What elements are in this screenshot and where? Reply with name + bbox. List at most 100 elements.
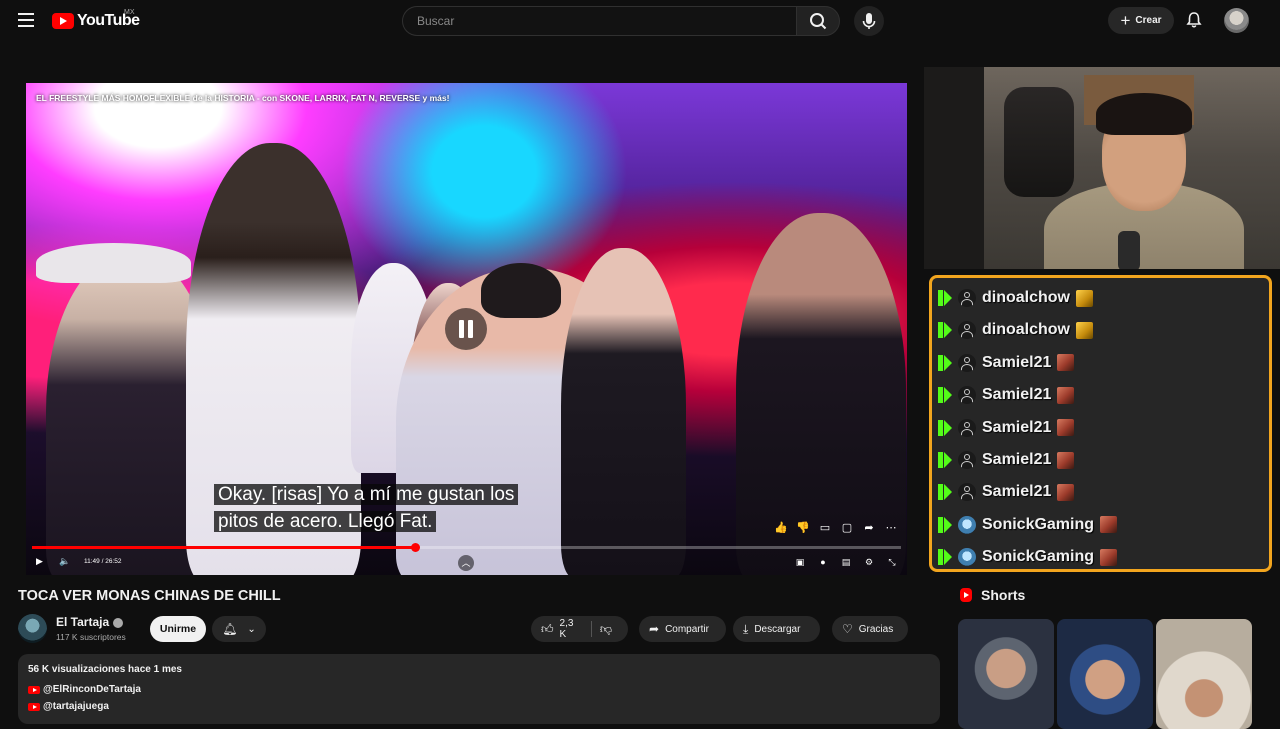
fullscreen-exit-icon[interactable]: ⤡ [886, 556, 898, 568]
chat-username[interactable]: Samiel21 [982, 386, 1051, 404]
link-text: @ElRinconDeTartaja [43, 684, 141, 695]
video-overlay-title: EL FREESTYLE MÁS HOMOFLEXIBLE de la HIST… [36, 93, 450, 103]
like-count[interactable]: 2,3 K [560, 618, 583, 640]
emote-icon [1100, 548, 1118, 566]
shorts-icon [960, 588, 972, 602]
share-icon: ➦ [649, 622, 660, 636]
search-input[interactable] [415, 13, 779, 29]
kick-badge-icon [938, 354, 952, 371]
short-thumbnail[interactable] [1057, 619, 1153, 729]
bell-icon: 🔔︎ [222, 622, 238, 636]
emote-icon [1057, 419, 1075, 437]
description-link[interactable]: @tartajajuega [28, 701, 109, 712]
share-button[interactable]: ➦ Compartir [639, 616, 726, 642]
dislike-icon[interactable]: 👎︎ [600, 622, 612, 637]
user-avatar [958, 548, 976, 567]
shorts-header: Shorts [960, 587, 1025, 603]
chevron-up-icon[interactable]: ︿ [458, 555, 474, 571]
user-avatar [958, 418, 976, 437]
chevron-down-icon: ⌄ [247, 623, 256, 635]
thanks-label: Gracias [858, 623, 894, 635]
subscriber-count: 117 K suscriptores [56, 632, 126, 642]
user-avatar [958, 483, 976, 502]
subscription-bell-button[interactable]: 🔔︎ ⌄ [212, 616, 266, 642]
description-box[interactable]: 56 K visualizaciones hace 1 mes @ElRinco… [18, 654, 940, 724]
search-box[interactable] [402, 6, 797, 36]
create-label: Crear [1135, 15, 1162, 26]
divider [590, 621, 592, 637]
download-button[interactable]: ⤓ Descargar [733, 616, 820, 642]
chat-message: Samiel21 [938, 446, 1075, 474]
progress-scrubber[interactable] [411, 543, 420, 552]
like-icon[interactable]: 👍︎ [541, 622, 554, 637]
scene-hair [481, 263, 561, 318]
shorts-title: Shorts [981, 587, 1026, 603]
chat-username[interactable]: Samiel21 [982, 451, 1051, 469]
thanks-button[interactable]: ♡ Gracias [832, 616, 908, 642]
short-thumbnail[interactable] [1156, 619, 1252, 729]
thanks-icon: ♡ [842, 622, 853, 636]
chat-message: Samiel21 [938, 414, 1075, 442]
channel-avatar[interactable] [18, 614, 47, 643]
chat-username[interactable]: SonickGaming [982, 548, 1094, 566]
user-avatar [958, 321, 976, 340]
progress-bar[interactable] [32, 543, 901, 552]
comment-icon[interactable]: ▭ [818, 521, 832, 535]
volume-icon[interactable]: 🔈 [59, 556, 70, 567]
emote-icon [1057, 386, 1075, 404]
search-button[interactable] [796, 6, 840, 36]
more-icon[interactable]: ⋯ [884, 521, 898, 535]
like-icon[interactable]: 👍 [774, 521, 788, 535]
pause-icon[interactable] [445, 308, 487, 350]
channel-name[interactable]: El Tartaja [56, 615, 124, 629]
emote-icon [1057, 451, 1075, 469]
youtube-play-icon [52, 13, 74, 29]
chat-message: SonickGaming [938, 543, 1118, 569]
channel-name-text: El Tartaja [56, 615, 110, 629]
notifications-button[interactable] [1184, 10, 1204, 30]
voice-search-button[interactable] [854, 6, 884, 36]
chat-message: dinoalchow [938, 284, 1093, 312]
search-icon [810, 13, 827, 30]
share-icon[interactable]: ➦ [862, 521, 876, 535]
chat-username[interactable]: Samiel21 [982, 354, 1051, 372]
description-link[interactable]: @ElRinconDeTartaja [28, 684, 141, 695]
chat-username[interactable]: dinoalchow [982, 321, 1070, 339]
dislike-icon[interactable]: 👎 [796, 521, 810, 535]
subtitle-caption: Okay. [risas] Yo a mí me gustan los pito… [214, 481, 519, 535]
mic-icon [862, 13, 876, 29]
download-icon: ⤓ [743, 621, 749, 636]
chat-username[interactable]: dinoalchow [982, 289, 1070, 307]
user-avatar [958, 451, 976, 469]
autoplay-icon[interactable]: ● [817, 556, 829, 568]
download-label: Descargar [754, 623, 801, 635]
account-avatar[interactable] [1224, 8, 1249, 33]
chat-message: SonickGaming [938, 511, 1118, 539]
kick-badge-icon [938, 419, 952, 436]
kick-badge-icon [938, 387, 952, 404]
kick-badge-icon [938, 290, 952, 306]
miniplayer-icon[interactable]: ▣ [794, 556, 806, 568]
link-text: @tartajajuega [43, 701, 109, 712]
menu-icon[interactable] [18, 13, 34, 27]
cam-hair [1096, 93, 1192, 135]
video-player[interactable]: EL FREESTYLE MÁS HOMOFLEXIBLE de la HIST… [26, 83, 907, 575]
like-dislike-group: 👍︎ 2,3 K 👎︎ [531, 616, 628, 642]
play-icon[interactable]: ▶ [36, 556, 43, 567]
join-button[interactable]: Unirme [150, 616, 206, 642]
chat-username[interactable]: Samiel21 [982, 419, 1051, 437]
chat-icon[interactable]: ▢ [840, 521, 854, 535]
kick-badge-icon [938, 452, 952, 468]
user-avatar [958, 515, 976, 534]
cam-jacket [1004, 87, 1074, 197]
chat-message: Samiel21 [938, 349, 1075, 377]
subtitles-icon[interactable]: ▤ [840, 556, 852, 568]
emote-icon [1076, 289, 1093, 307]
settings-icon[interactable]: ⚙ [863, 556, 875, 568]
view-count-date: 56 K visualizaciones hace 1 mes [28, 664, 182, 675]
create-button[interactable]: + Crear [1108, 7, 1174, 34]
chat-username[interactable]: Samiel21 [982, 483, 1051, 501]
chat-overlay: dinoalchow dinoalchow Samiel21 Samiel21 Sami… [929, 275, 1272, 572]
chat-username[interactable]: SonickGaming [982, 516, 1094, 534]
short-thumbnail[interactable] [958, 619, 1054, 729]
